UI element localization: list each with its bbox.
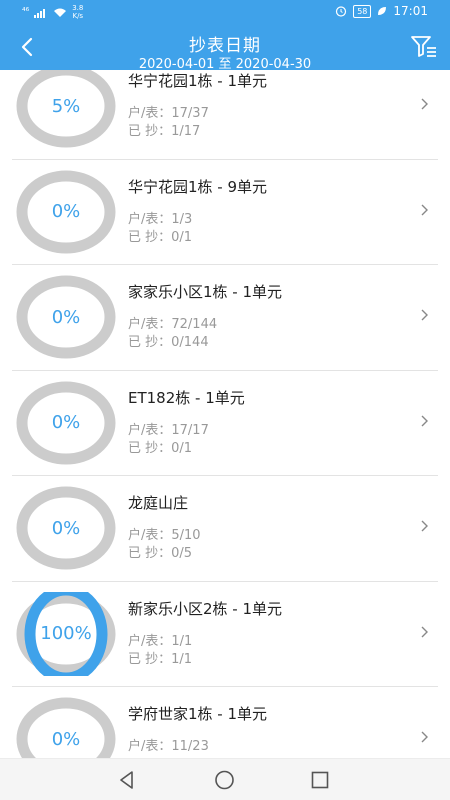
clock: 17:01 — [393, 4, 428, 18]
chevron-right-icon — [421, 415, 428, 426]
read-count: 已 抄：0/5 — [128, 546, 193, 561]
nav-home-icon[interactable] — [214, 770, 235, 790]
read-count: 已 抄：1/17 — [128, 124, 201, 139]
list-item[interactable]: 0% 学府世家1栋 - 1单元 户/表：11/23 — [12, 687, 438, 758]
building-title: 华宁花园1栋 - 1单元 — [128, 72, 268, 90]
building-title: 学府世家1栋 - 1单元 — [128, 705, 268, 723]
building-title: 龙庭山庄 — [128, 494, 189, 512]
filter-icon — [411, 36, 436, 57]
households-meters: 户/表：11/23 — [128, 739, 209, 754]
progress-percent: 0% — [51, 517, 81, 539]
list-item[interactable]: 5% 华宁花园1栋 - 1单元 户/表：17/37 已 抄：1/17 — [12, 70, 438, 160]
chevron-right-icon — [421, 98, 428, 110]
list-item[interactable]: 100% 新家乐小区2栋 - 1单元 户/表：1/1 已 抄：1/1 — [12, 582, 438, 687]
battery-level: 58 — [353, 4, 372, 18]
list-item[interactable]: 0% 家家乐小区1栋 - 1单元 户/表：72/144 已 抄：0/144 — [12, 265, 438, 371]
wifi-icon — [54, 8, 67, 17]
progress-percent: 0% — [51, 412, 81, 433]
read-count: 已 抄：0/144 — [128, 335, 209, 350]
network-type: ⁴⁶ — [22, 7, 30, 17]
households-meters: 户/表：17/17 — [128, 422, 209, 438]
households-meters: 户/表：72/144 — [128, 317, 218, 332]
building-title: 新家乐小区2栋 - 1单元 — [128, 599, 283, 618]
households-meters: 户/表：1/3 — [128, 211, 193, 227]
list-item[interactable]: 0% 龙庭山庄户/表：5/10 已 抄：0/5 — [12, 476, 438, 582]
progress-percent: 0% — [51, 306, 81, 328]
alarm-icon — [336, 6, 347, 17]
progress-ring: 100% — [16, 584, 116, 683]
read-count: 已 抄：0/1 — [128, 229, 193, 245]
progress-ring: 0% — [16, 697, 116, 758]
net-speed-unit: K/s — [72, 12, 84, 20]
progress-ring: 0% — [16, 275, 116, 359]
progress-ring: 0% — [16, 381, 116, 465]
nav-back-icon[interactable] — [117, 770, 137, 790]
navigation-bar — [0, 758, 450, 800]
building-title: 华宁花园1栋 - 9单元 — [128, 177, 268, 196]
read-count: 已 抄：0/1 — [128, 440, 193, 456]
chevron-right-icon — [421, 204, 428, 215]
progress-percent: 5% — [51, 95, 81, 117]
status-bar: ⁴⁶ 3.8 K/s 58 17:01 — [0, 0, 450, 24]
net-speed-value: 3.8 — [72, 4, 84, 12]
households-meters: 户/表：17/37 — [128, 106, 209, 121]
chevron-right-icon — [421, 520, 428, 532]
signal-icon — [34, 8, 46, 18]
progress-ring: 5% — [16, 70, 116, 156]
header: 抄表日期 2020-04-01 至 2020-04-30 — [0, 24, 450, 72]
status-left: ⁴⁶ 3.8 K/s — [22, 4, 83, 20]
building-list: 5% 华宁花园1栋 - 1单元 户/表：17/37 已 抄：1/17 0% 华宁花园1栋 … — [0, 70, 450, 758]
households-meters: 户/表：5/10 — [128, 528, 201, 543]
filter-button[interactable] — [410, 34, 438, 60]
progress-percent: 0% — [51, 728, 81, 750]
read-count: 已 抄：1/1 — [128, 651, 193, 667]
progress-ring: 0% — [16, 486, 116, 570]
building-title: 家家乐小区1栋 - 1单元 — [128, 283, 283, 301]
progress-ring: 0% — [16, 170, 116, 254]
status-right: 58 17:01 — [335, 4, 428, 18]
list-item[interactable]: 0% 华宁花园1栋 - 9单元 户/表：1/3 已 抄：0/1 — [12, 160, 438, 265]
net-speed: 3.8 K/s — [72, 4, 83, 20]
progress-percent: 0% — [51, 201, 81, 222]
chevron-right-icon — [421, 309, 428, 321]
chevron-right-icon — [421, 626, 428, 637]
leaf-icon — [378, 7, 387, 15]
building-title: ET182栋 - 1单元 — [128, 388, 245, 407]
chevron-right-icon — [421, 731, 428, 743]
nav-recent-icon[interactable] — [311, 771, 329, 789]
households-meters: 户/表：1/1 — [128, 633, 193, 649]
list-item[interactable]: 0% ET182栋 - 1单元 户/表：17/17 已 抄：0/1 — [12, 371, 438, 476]
progress-percent: 100% — [40, 623, 92, 644]
